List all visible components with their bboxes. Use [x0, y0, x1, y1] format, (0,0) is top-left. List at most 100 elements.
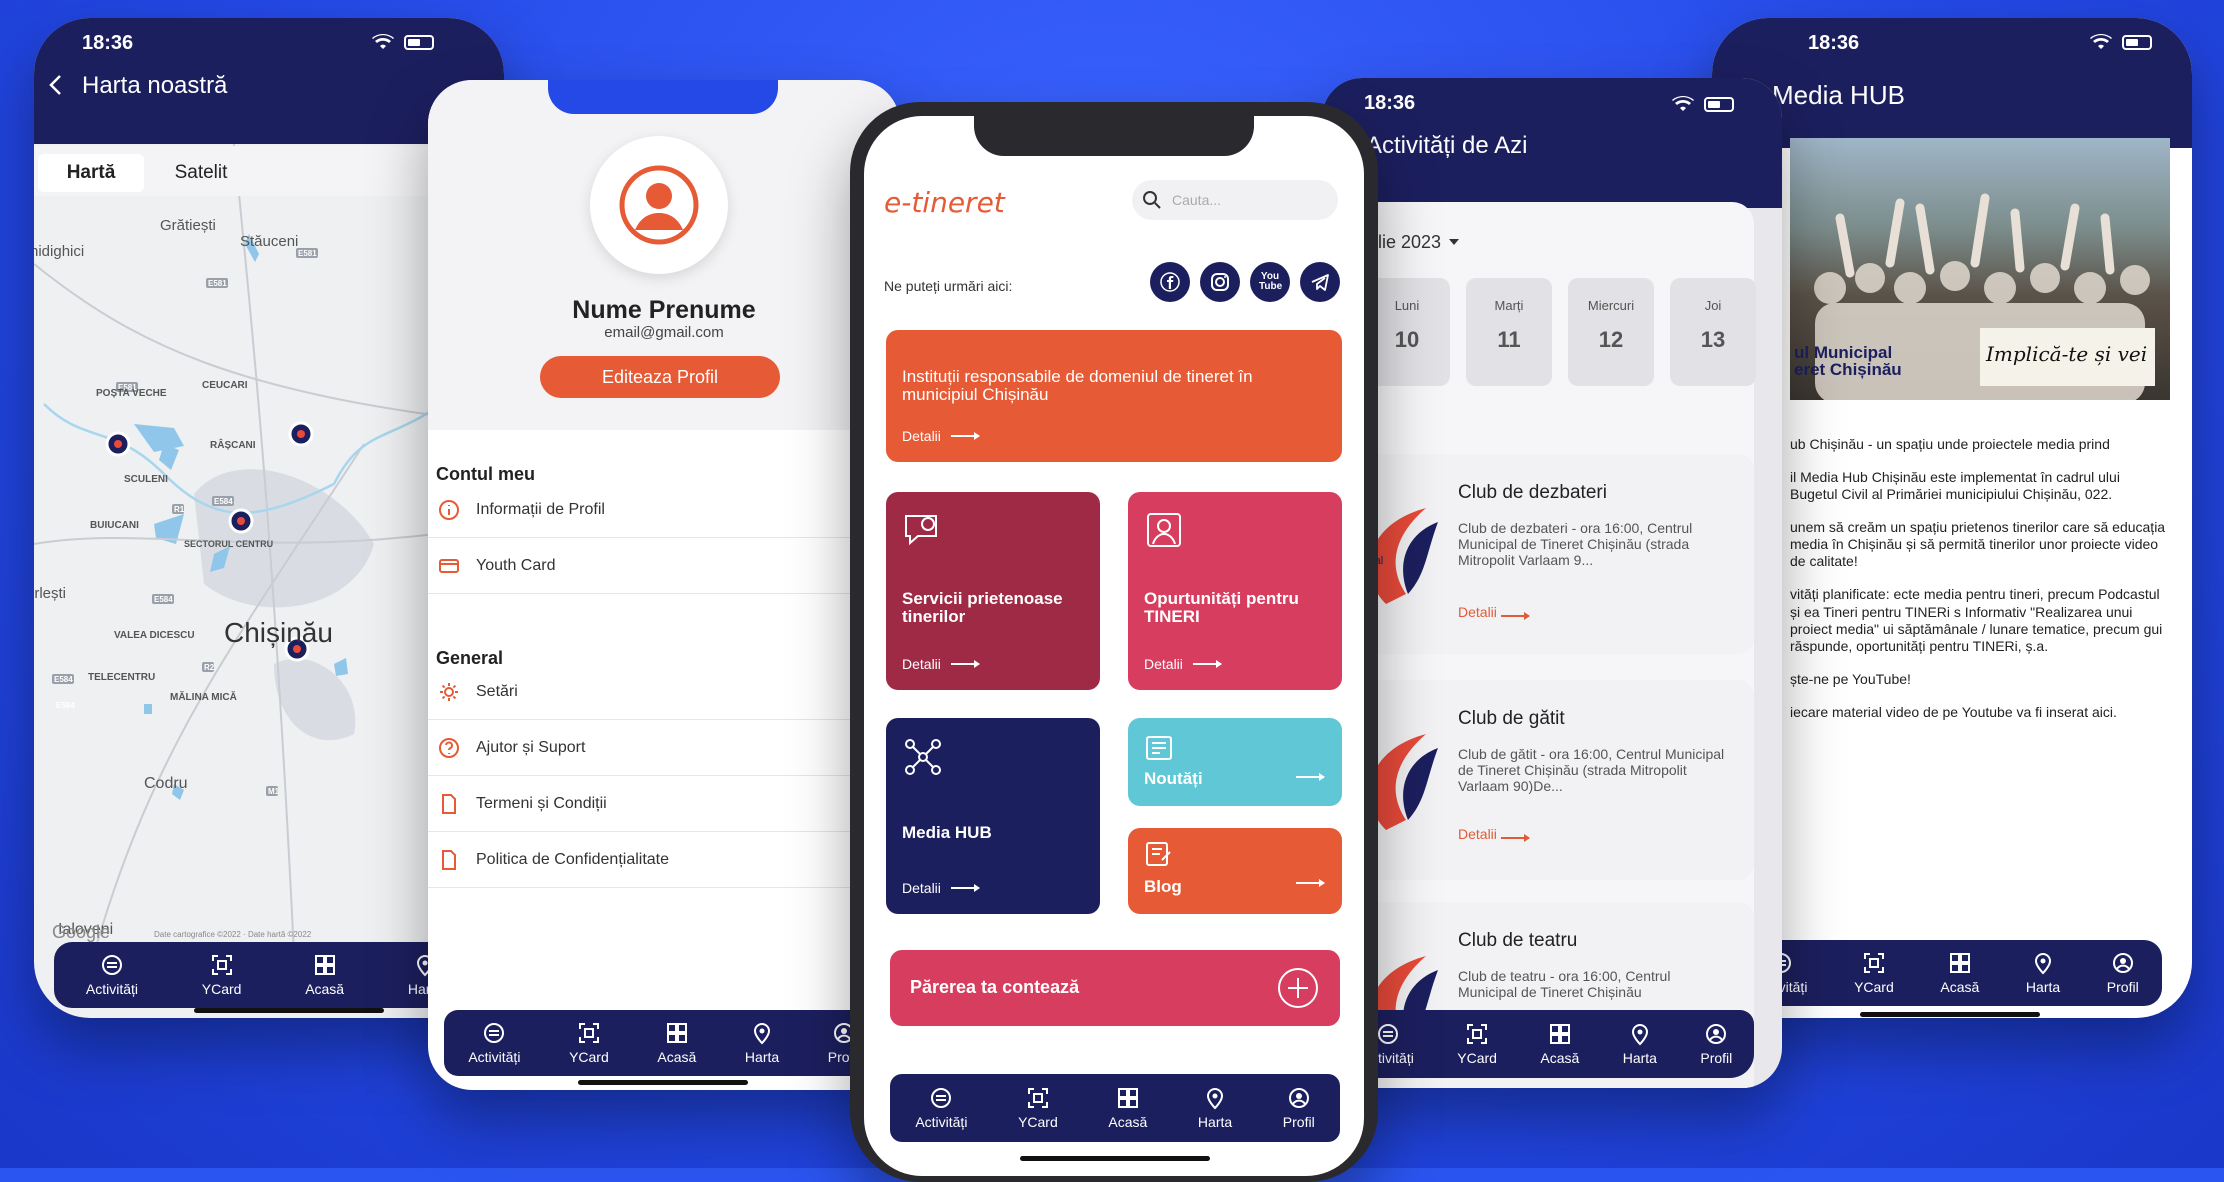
details-link[interactable]: Detalii	[902, 656, 980, 672]
menu-item-youth-card[interactable]: Youth Card	[428, 538, 900, 594]
tab-activities[interactable]: Activități	[86, 953, 138, 997]
telegram-icon[interactable]	[1300, 262, 1340, 302]
user-email: email@gmail.com	[604, 324, 724, 341]
hub-paragraph: il Media Hub Chișinău este implementat î…	[1790, 469, 2120, 503]
place-label: SCULENI	[124, 474, 168, 485]
road-label: E584	[56, 701, 75, 710]
grid-icon	[666, 1023, 687, 1043]
place-label: nidighici	[34, 243, 84, 260]
phone-media-hub: 18:36 Media HUB Implică-te și vei ul Mun…	[1712, 18, 2192, 1018]
status-icons	[1672, 96, 1734, 112]
photo-caption: ul Municipal eret Chișinău	[1794, 343, 1902, 379]
hub-paragraph: ște-ne pe YouTube!	[1790, 670, 1911, 687]
card-services[interactable]: Servicii prietenoase tinerilor Detalii	[886, 492, 1100, 690]
general-menu: Setări Ajutor și Suport Termeni și Condi…	[428, 664, 900, 888]
facebook-icon[interactable]	[1150, 262, 1190, 302]
tab-map[interactable]: Harta	[1198, 1086, 1232, 1130]
tab-ycard[interactable]: YCard	[1854, 951, 1894, 995]
details-link[interactable]: Detalii	[1144, 656, 1222, 672]
qr-scan-icon	[211, 955, 232, 975]
details-link[interactable]: Detalii	[902, 428, 980, 444]
map-pin-icon	[754, 1023, 771, 1045]
card-news[interactable]: Noutăți	[1128, 718, 1342, 806]
instagram-icon[interactable]	[1200, 262, 1240, 302]
tab-ycard[interactable]: YCard	[202, 953, 241, 997]
profile-icon	[1288, 1088, 1309, 1108]
card-blog[interactable]: Blog	[1128, 828, 1342, 914]
menu-item-settings[interactable]: Setări	[428, 664, 900, 720]
phone-activities: 18:36 Activități de Azi rilie 2023 Luni 1…	[1322, 78, 1782, 1088]
news-icon	[1146, 736, 1172, 760]
hub-photo: Implică-te și vei ul Municipal eret Chiș…	[1790, 138, 2170, 400]
phone-profile: Nume Prenume email@gmail.com Editeaza Pr…	[428, 80, 900, 1090]
list-item[interactable]: nicipal Club de dezbateri Club de dezbat…	[1340, 454, 1754, 654]
map-tab-map[interactable]: Hartă	[38, 154, 144, 192]
tab-home[interactable]: Acasă	[657, 1021, 696, 1065]
document-icon	[442, 849, 456, 870]
tab-profile[interactable]: Profil	[1283, 1086, 1315, 1130]
edit-profile-button[interactable]: Editeaza Profil	[540, 356, 780, 398]
place-label: POȘTA VECHE	[96, 388, 167, 399]
place-label: urlești	[34, 585, 66, 602]
tab-bar: Activități YCard Acasă Harta Profil	[1340, 1010, 1754, 1078]
tab-map[interactable]: Harta	[2026, 951, 2060, 995]
youtube-icon[interactable]: You Tube	[1250, 262, 1290, 302]
feedback-button[interactable]: Părerea ta contează	[890, 950, 1340, 1026]
status-time: 18:36	[82, 32, 134, 54]
home-indicator	[578, 1080, 748, 1085]
map-pin-icon	[2035, 953, 2052, 975]
day-tuesday[interactable]: Marți 11	[1466, 278, 1552, 386]
wifi-icon	[1672, 96, 1694, 111]
month-selector[interactable]: rilie 2023	[1368, 232, 1460, 253]
tab-activities[interactable]: Activități	[915, 1086, 967, 1130]
map-tab-satellite[interactable]: Satelit	[148, 154, 254, 192]
place-label: TELECENTRU	[88, 672, 155, 683]
tab-map[interactable]: Harta	[745, 1021, 779, 1065]
card-opportunities[interactable]: Opurtunități pentru TINERI Detalii	[1128, 492, 1342, 690]
details-link[interactable]: Detalii	[1458, 826, 1530, 842]
menu-item-profile-info[interactable]: Informații de Profil	[428, 482, 900, 538]
map-pin-icon	[1631, 1024, 1648, 1046]
menu-item-help[interactable]: Ajutor și Suport	[428, 720, 900, 776]
profile-icon	[2112, 953, 2133, 973]
search-input[interactable]: Cauta...	[1132, 180, 1338, 220]
grid-icon	[1949, 953, 1970, 973]
tab-ycard[interactable]: YCard	[1457, 1022, 1497, 1066]
details-link[interactable]: Detalii	[1458, 604, 1530, 620]
grid-icon	[1117, 1088, 1138, 1108]
list-item[interactable]: Club de gătit Club de gătit - ora 16:00,…	[1340, 680, 1754, 880]
person-idea-icon	[1147, 513, 1181, 547]
chevron-down-icon	[1449, 239, 1460, 245]
qr-scan-icon	[1467, 1024, 1488, 1044]
tab-activities[interactable]: Activități	[468, 1021, 520, 1065]
place-label: MĂLINA MICĂ	[170, 690, 237, 703]
avatar[interactable]	[590, 136, 728, 274]
road-label: E581	[298, 249, 317, 258]
menu-item-terms[interactable]: Termeni și Condiții	[428, 776, 900, 832]
card-media-hub[interactable]: Media HUB Detalii	[886, 718, 1100, 914]
card-icon	[439, 558, 459, 573]
day-wednesday[interactable]: Miercuri 12	[1568, 278, 1654, 386]
battery-icon	[404, 34, 434, 50]
back-icon[interactable]	[48, 74, 62, 96]
day-thursday[interactable]: Joi 13	[1670, 278, 1756, 386]
tab-bar: Activități YCard Acasă Harta	[54, 942, 474, 1008]
place-label: SECTORUL CENTRU	[184, 539, 273, 549]
institutions-banner[interactable]: Instituții responsabile de domeniul de t…	[886, 330, 1342, 462]
tab-ycard[interactable]: YCard	[569, 1021, 609, 1065]
road-label: E581	[208, 279, 227, 288]
tab-profile[interactable]: Profil	[1700, 1022, 1732, 1066]
user-name: Nume Prenume	[572, 296, 756, 324]
tab-map[interactable]: Harta	[1623, 1022, 1657, 1066]
details-link[interactable]: Detalii	[902, 880, 980, 896]
tab-home[interactable]: Acasă	[305, 953, 344, 997]
tab-home[interactable]: Acasă	[1540, 1022, 1579, 1066]
tab-home[interactable]: Acasă	[1940, 951, 1979, 995]
tab-profile[interactable]: Profil	[2107, 951, 2139, 995]
tab-home[interactable]: Acasă	[1108, 1086, 1147, 1130]
status-time: 18:36	[1364, 92, 1416, 114]
place-label: Stăuceni	[240, 233, 298, 250]
hub-paragraph: iecare material video de pe Youtube va f…	[1790, 703, 2117, 720]
menu-item-privacy[interactable]: Politica de Confidențialitate	[428, 832, 900, 888]
tab-ycard[interactable]: YCard	[1018, 1086, 1058, 1130]
